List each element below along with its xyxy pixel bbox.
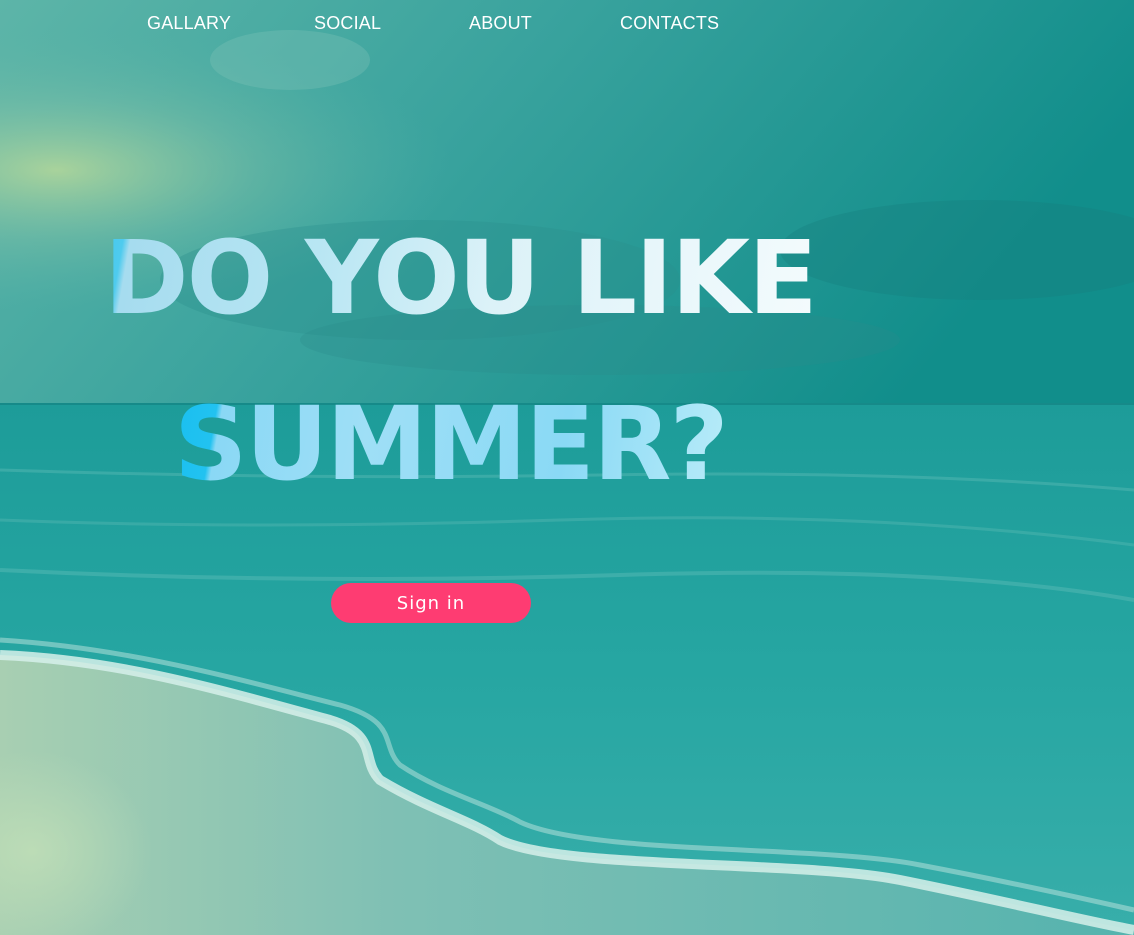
sign-in-button[interactable]: Sign in — [331, 583, 531, 623]
nav-item-about[interactable]: ABOUT — [469, 12, 532, 34]
nav-item-contacts[interactable]: CONTACTS — [620, 12, 719, 34]
nav-item-gallery[interactable]: GALLARY — [147, 12, 231, 34]
hero-section: GALLARY SOCIAL ABOUT CONTACTS DO YOU LIK… — [0, 0, 1134, 935]
nav-item-social[interactable]: SOCIAL — [314, 12, 381, 34]
headline-line-1: DO YOU LIKE — [104, 219, 818, 338]
top-navigation: GALLARY SOCIAL ABOUT CONTACTS — [0, 0, 1134, 46]
headline-line-2: SUMMER? — [174, 385, 729, 504]
